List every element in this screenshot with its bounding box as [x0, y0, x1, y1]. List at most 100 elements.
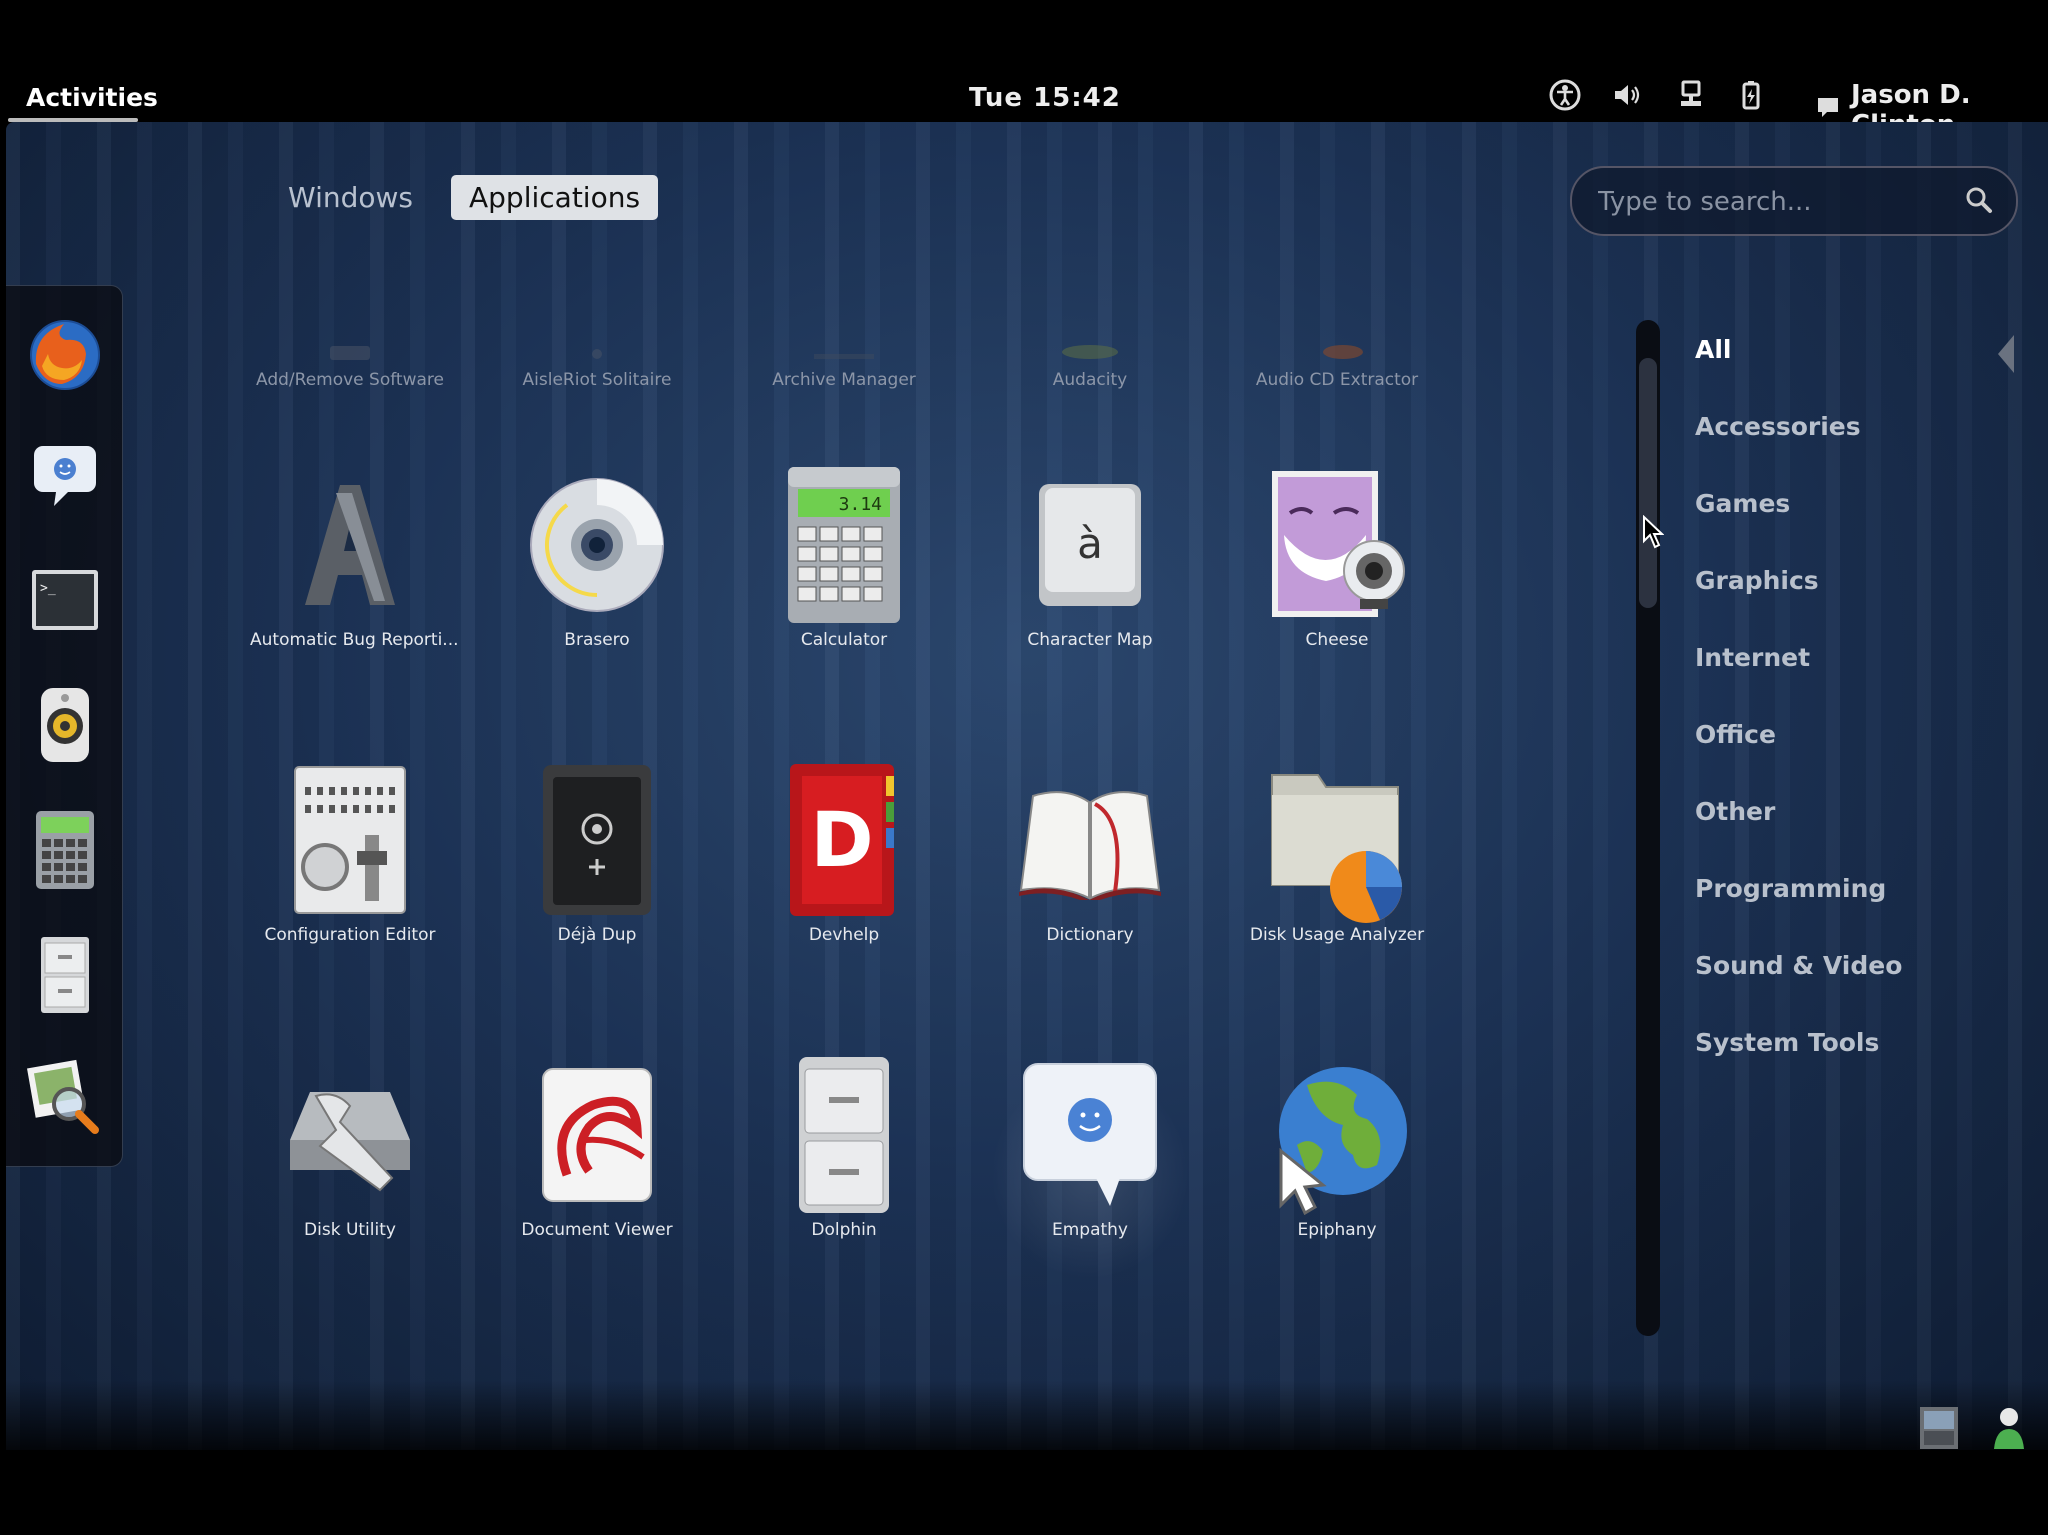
app-aisleriot-solitaire[interactable]: AisleRiot Solitaire: [497, 300, 697, 390]
search-box[interactable]: [1570, 166, 2018, 236]
app-label: Automatic Bug Reporti...: [250, 630, 459, 650]
dictionary-book-icon: [1015, 765, 1165, 915]
app-calculator[interactable]: 3.14 Calculator: [744, 467, 944, 650]
tab-applications[interactable]: Applications: [451, 175, 659, 220]
cards-icon: [522, 300, 672, 360]
app-label: Add/Remove Software: [256, 370, 444, 390]
app-epiphany[interactable]: Epiphany: [1237, 1060, 1437, 1240]
app-brasero[interactable]: Brasero: [497, 470, 697, 650]
app-empathy[interactable]: Empathy: [990, 1060, 1190, 1240]
bottom-shade: [0, 1380, 2048, 1535]
battery-icon[interactable]: [1734, 78, 1768, 118]
dash-empathy[interactable]: [24, 436, 106, 518]
app-add-remove-software[interactable]: Add/Remove Software: [250, 300, 450, 390]
calculator-icon: 3.14: [769, 467, 919, 623]
tray-image-icon[interactable]: [1918, 1405, 1960, 1455]
brasero-disc-icon: [522, 470, 672, 620]
configuration-editor-icon: [275, 765, 425, 915]
character-map-icon: à: [1015, 470, 1165, 620]
audacity-icon: [1015, 300, 1165, 360]
archive-icon: [769, 300, 919, 360]
app-label: Audio CD Extractor: [1255, 370, 1419, 390]
rhythmbox-icon: [35, 684, 95, 770]
app-label: Document Viewer: [521, 1220, 673, 1240]
category-accessories[interactable]: Accessories: [1695, 412, 1902, 489]
app-cheese[interactable]: Cheese: [1237, 470, 1437, 650]
top-panel: Activities Tue 15:42 Jason D. Clinton: [0, 0, 2048, 140]
app-audio-cd-extractor[interactable]: Audio CD Extractor: [1237, 300, 1437, 390]
calculator-icon: [34, 809, 96, 895]
audio-cd-icon: [1262, 300, 1412, 360]
activities-button[interactable]: Activities: [26, 83, 158, 112]
app-label: Brasero: [564, 630, 630, 650]
app-grid-scrollbar[interactable]: [1636, 320, 1660, 1336]
dash-firefox[interactable]: [24, 316, 106, 398]
mouse-pointer-icon: [1642, 514, 1665, 553]
disk-utility-icon: [275, 1060, 425, 1210]
dash-file-cabinet[interactable]: [24, 936, 106, 1018]
dash-terminal[interactable]: >_: [24, 561, 106, 643]
dash-calculator[interactable]: [24, 811, 106, 893]
app-label: Déjà Dup: [557, 925, 637, 945]
app-devhelp[interactable]: D Devhelp: [744, 764, 944, 945]
tray-user-icon[interactable]: [1988, 1405, 2030, 1455]
app-disk-usage-analyzer[interactable]: Disk Usage Analyzer: [1237, 765, 1437, 945]
app-label: Character Map: [1027, 630, 1153, 650]
scrollbar-thumb[interactable]: [1639, 358, 1657, 608]
app-label: Disk Utility: [304, 1220, 396, 1240]
app-archive-manager[interactable]: Archive Manager: [744, 300, 944, 390]
search-icon: [1964, 185, 1994, 219]
epiphany-globe-icon: [1262, 1060, 1412, 1215]
app-character-map[interactable]: à Character Map: [990, 470, 1190, 650]
app-label: Epiphany: [1297, 1220, 1377, 1240]
category-sound-video[interactable]: Sound & Video: [1695, 951, 1902, 1028]
svg-text:>_: >_: [40, 581, 56, 596]
app-document-viewer[interactable]: Document Viewer: [497, 1060, 697, 1240]
app-label: Dolphin: [811, 1220, 877, 1240]
tab-windows[interactable]: Windows: [270, 175, 431, 220]
app-dictionary[interactable]: Dictionary: [990, 765, 1190, 945]
devhelp-glyph: D: [810, 795, 873, 884]
document-viewer-icon: [522, 1060, 672, 1210]
package-icon: [275, 300, 425, 360]
app-label: Dictionary: [1046, 925, 1134, 945]
search-input[interactable]: [1596, 168, 1960, 236]
app-label: Archive Manager: [772, 370, 916, 390]
category-list: All Accessories Games Graphics Internet …: [1695, 335, 1902, 1105]
calculator-display: 3.14: [839, 494, 882, 515]
category-games[interactable]: Games: [1695, 489, 1902, 566]
app-audacity[interactable]: Audacity: [990, 300, 1190, 390]
app-configuration-editor[interactable]: Configuration Editor: [250, 765, 450, 945]
view-selector: Windows Applications: [270, 175, 659, 220]
category-programming[interactable]: Programming: [1695, 874, 1902, 951]
app-deja-dup[interactable]: Déjà Dup: [497, 765, 697, 945]
dolphin-file-cabinet-icon: [769, 1057, 919, 1213]
app-disk-utility[interactable]: Disk Utility: [250, 1060, 450, 1240]
empathy-icon: [1015, 1060, 1165, 1210]
network-icon[interactable]: [1674, 78, 1708, 118]
devhelp-icon: D: [769, 764, 919, 916]
app-dolphin[interactable]: Dolphin: [744, 1057, 944, 1240]
safe-icon: [522, 765, 672, 915]
file-cabinet-icon: [37, 935, 93, 1019]
app-label: Calculator: [800, 630, 888, 650]
dash-image-viewer[interactable]: [24, 1056, 106, 1138]
app-automatic-bug-reporting[interactable]: Automatic Bug Reporti...: [250, 470, 459, 650]
category-other[interactable]: Other: [1695, 797, 1902, 874]
category-system-tools[interactable]: System Tools: [1695, 1028, 1902, 1105]
app-label: Cheese: [1305, 630, 1369, 650]
dash-rhythmbox[interactable]: [24, 686, 106, 768]
category-graphics[interactable]: Graphics: [1695, 566, 1902, 643]
category-office[interactable]: Office: [1695, 720, 1902, 797]
clock[interactable]: Tue 15:42: [969, 83, 1121, 113]
selected-category-arrow-icon: [1998, 335, 2014, 373]
volume-icon[interactable]: [1610, 78, 1644, 118]
firefox-icon: [24, 314, 106, 400]
category-all[interactable]: All: [1695, 335, 1902, 412]
app-label: AisleRiot Solitaire: [522, 370, 672, 390]
app-label: Empathy: [1051, 1220, 1128, 1240]
accessibility-icon[interactable]: [1548, 78, 1582, 118]
category-internet[interactable]: Internet: [1695, 643, 1902, 720]
app-label: Devhelp: [808, 925, 880, 945]
app-label: Audacity: [1052, 370, 1128, 390]
